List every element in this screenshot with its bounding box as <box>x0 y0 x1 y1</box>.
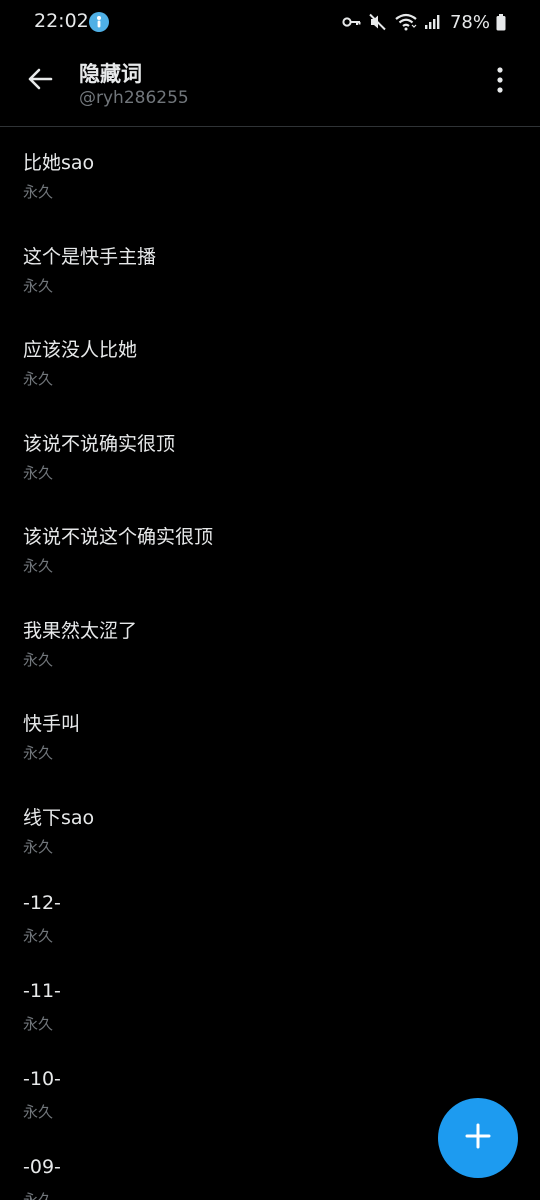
muted-word-duration: 永久 <box>23 370 54 388</box>
muted-word-text: 该说不说这个确实很顶 <box>23 526 214 548</box>
muted-word-item[interactable]: 该说不说这个确实很顶 永久 <box>0 501 540 589</box>
muted-word-item[interactable]: 这个是快手主播 永久 <box>0 221 540 309</box>
muted-word-item[interactable]: 线下sao 永久 <box>0 782 540 870</box>
muted-word-text: 线下sao <box>23 807 95 829</box>
signal-icon <box>424 14 442 30</box>
muted-word-duration: 永久 <box>23 1015 54 1033</box>
muted-word-text: 该说不说确实很顶 <box>23 433 176 455</box>
muted-word-text: 应该没人比她 <box>23 339 138 361</box>
muted-word-duration: 永久 <box>23 1103 54 1121</box>
back-button[interactable] <box>22 63 58 99</box>
muted-word-item[interactable]: 我果然太涩了 永久 <box>0 595 540 683</box>
muted-word-duration: 永久 <box>23 927 54 945</box>
muted-word-duration: 永久 <box>23 1191 54 1200</box>
muted-word-duration: 永久 <box>23 557 54 575</box>
mute-icon <box>368 13 388 31</box>
more-options-button[interactable] <box>482 64 518 100</box>
account-handle: @ryh286255 <box>79 88 189 108</box>
muted-word-text: 比她sao <box>23 152 95 174</box>
arrow-left-icon <box>26 67 54 95</box>
header: 隐藏词 @ryh286255 <box>0 44 540 127</box>
muted-word-duration: 永久 <box>23 838 54 856</box>
app-notification-icon <box>89 12 109 32</box>
muted-word-text: -10- <box>23 1068 61 1090</box>
key-icon <box>342 14 362 30</box>
muted-word-text: 快手叫 <box>23 713 81 735</box>
battery-percentage: 78% <box>449 11 490 33</box>
status-bar: 22:02 78% <box>0 0 540 44</box>
muted-word-duration: 永久 <box>23 183 54 201</box>
muted-word-item[interactable]: 该说不说确实很顶 永久 <box>0 408 540 496</box>
status-time: 22:02 <box>34 10 89 32</box>
muted-word-duration: 永久 <box>23 464 54 482</box>
muted-word-item[interactable]: -12- 永久 <box>0 871 540 959</box>
muted-word-item[interactable]: -11- 永久 <box>0 959 540 1047</box>
muted-word-duration: 永久 <box>23 744 54 762</box>
muted-word-duration: 永久 <box>23 277 54 295</box>
wifi-icon <box>394 13 418 31</box>
muted-word-text: -09- <box>23 1156 61 1178</box>
muted-word-item[interactable]: 应该没人比她 永久 <box>0 314 540 402</box>
plus-icon <box>463 1121 493 1155</box>
muted-word-text: 这个是快手主播 <box>23 246 157 268</box>
more-vertical-icon <box>496 66 504 98</box>
add-muted-word-button[interactable] <box>438 1098 518 1178</box>
muted-word-item[interactable]: 快手叫 永久 <box>0 688 540 776</box>
muted-word-text: -11- <box>23 980 61 1002</box>
battery-icon <box>496 13 506 31</box>
muted-word-text: -12- <box>23 892 61 914</box>
status-icons: 78% <box>342 8 506 36</box>
page-title: 隐藏词 <box>79 62 142 86</box>
muted-word-text: 我果然太涩了 <box>23 620 138 642</box>
muted-word-item[interactable]: 比她sao 永久 <box>0 127 540 215</box>
muted-word-duration: 永久 <box>23 651 54 669</box>
